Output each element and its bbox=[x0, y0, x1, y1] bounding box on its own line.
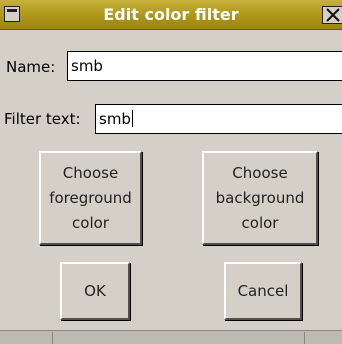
name-label: Name: bbox=[6, 58, 56, 76]
edit-color-filter-dialog: Edit color filter Name: smb Filter text:… bbox=[0, 0, 342, 344]
close-icon[interactable] bbox=[322, 6, 342, 24]
choose-background-color-button[interactable]: Choose background color bbox=[202, 151, 318, 245]
name-input[interactable]: smb bbox=[67, 51, 342, 81]
ok-button[interactable]: OK bbox=[60, 262, 130, 320]
cancel-button-label: Cancel bbox=[237, 281, 289, 300]
name-input-value: smb bbox=[71, 57, 103, 75]
filter-text-input[interactable]: smb bbox=[95, 104, 342, 134]
filter-text-input-value: smb bbox=[99, 110, 131, 128]
window-bottom-edge bbox=[0, 330, 342, 344]
choose-foreground-color-label: Choose foreground color bbox=[49, 163, 132, 232]
filter-text-label: Filter text: bbox=[4, 110, 81, 128]
title-bar[interactable]: Edit color filter bbox=[0, 0, 342, 30]
cancel-button[interactable]: Cancel bbox=[224, 262, 302, 320]
dialog-title: Edit color filter bbox=[103, 5, 239, 24]
text-caret bbox=[131, 110, 133, 127]
choose-background-color-label: Choose background color bbox=[215, 163, 305, 232]
choose-foreground-color-button[interactable]: Choose foreground color bbox=[39, 151, 142, 245]
ok-button-label: OK bbox=[84, 281, 106, 300]
